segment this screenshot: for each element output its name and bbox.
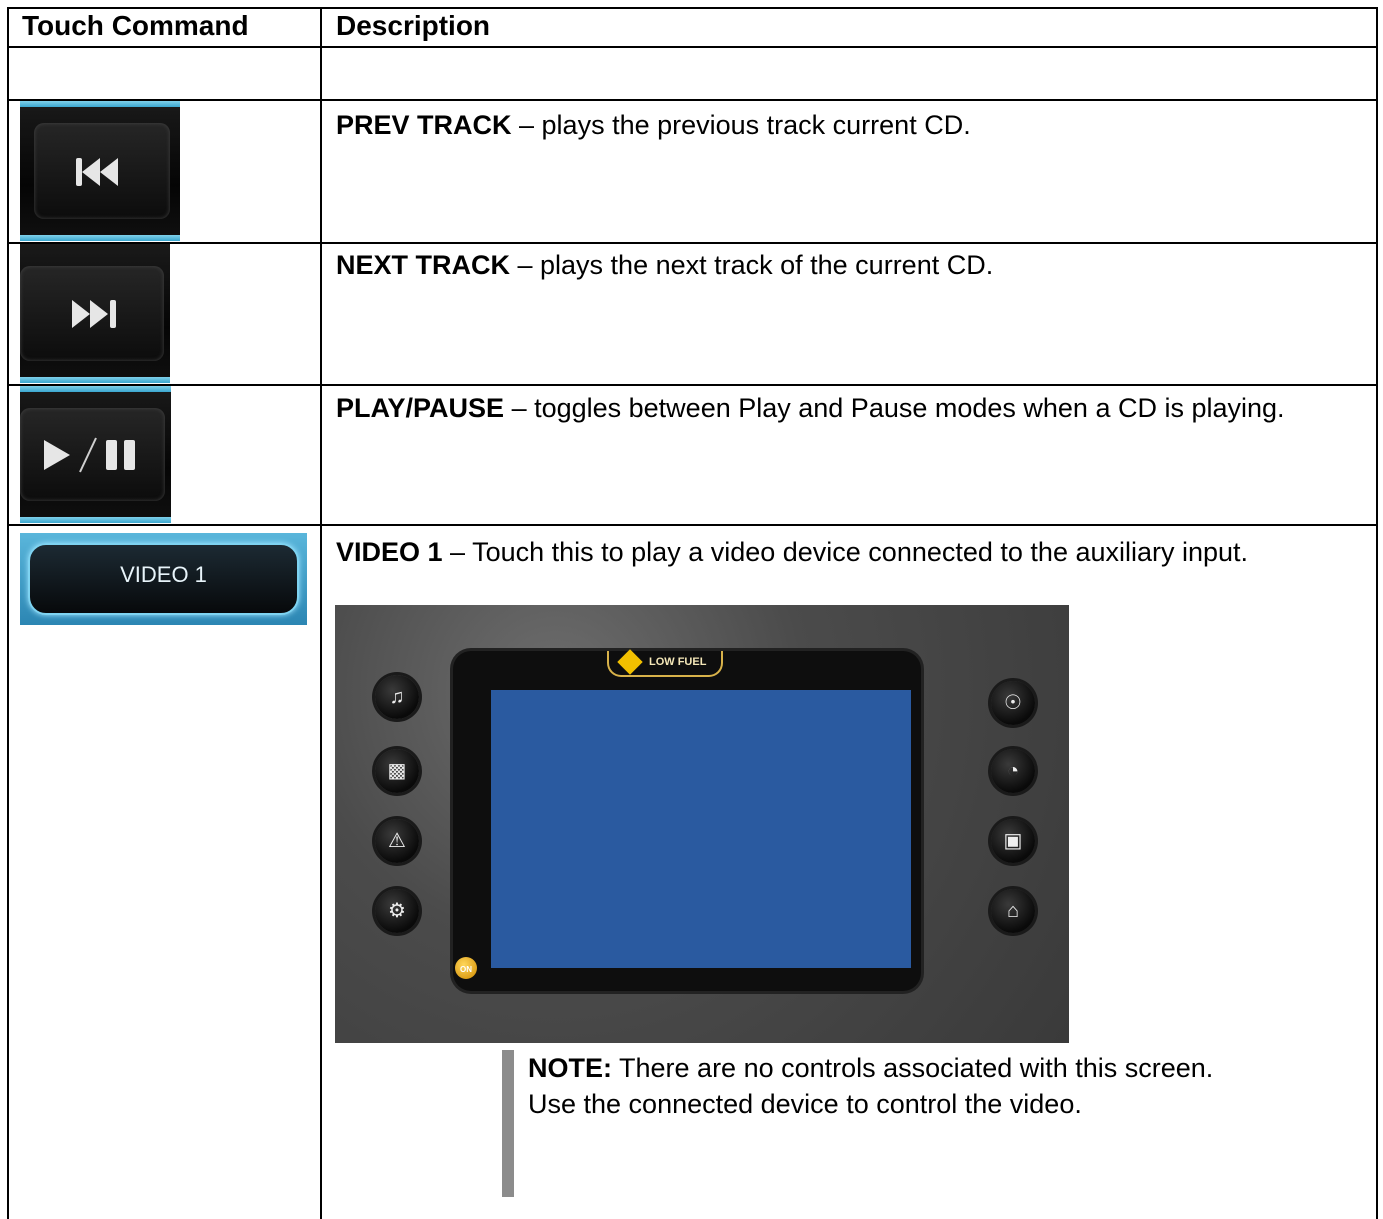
next-track-description: NEXT TRACK – plays the next track of the…	[336, 250, 1366, 281]
low-fuel-text: LOW FUEL	[649, 656, 707, 668]
next-track-button[interactable]	[20, 244, 170, 383]
header-touch-command: Touch Command	[22, 10, 249, 41]
table-rule-5	[7, 524, 1378, 526]
low-fuel-banner: LOW FUEL	[607, 649, 723, 677]
warning-icon[interactable]: ⚠	[375, 819, 419, 863]
video-1-title: VIDEO 1	[336, 537, 443, 567]
table-rule-4	[7, 384, 1378, 386]
table-rule-2	[7, 99, 1378, 101]
button-glow	[20, 101, 180, 107]
fuel-warning-icon	[617, 649, 643, 675]
video-1-text: – Touch this to play a video device conn…	[442, 537, 1249, 567]
table-rule-3	[7, 242, 1378, 244]
engine-icon[interactable]: ▣	[991, 819, 1035, 863]
play-pause-title: PLAY/PAUSE	[336, 393, 505, 423]
note-text: NOTE: There are no controls associated w…	[528, 1050, 1228, 1122]
video-1-button-label: VIDEO 1	[120, 562, 207, 587]
note-bar	[502, 1050, 514, 1197]
prev-track-icon	[76, 158, 118, 186]
button-glow	[20, 377, 170, 383]
video-1-button[interactable]: VIDEO 1	[20, 533, 307, 625]
table-border-right	[1376, 7, 1378, 1219]
play-pause-icon	[44, 437, 135, 473]
video-1-description: VIDEO 1 – Touch this to play a video dev…	[336, 537, 1366, 568]
globe-icon[interactable]: ☉	[991, 681, 1035, 725]
play-pause-button[interactable]	[20, 386, 171, 523]
prev-track-title: PREV TRACK	[336, 110, 512, 140]
video-screen-image: LOW FUEL ♫ ▩ ⚠ ⚙ ☉ ◔ ▣ ⌂ ON	[335, 605, 1069, 1043]
prev-track-text: – plays the previous track current CD.	[511, 110, 971, 140]
button-glow	[20, 517, 171, 523]
table-rule-1	[7, 46, 1378, 48]
table-border-top	[7, 7, 1378, 9]
power-on-button[interactable]: ON	[455, 957, 477, 979]
button-glow	[20, 386, 171, 392]
play-pause-text: – toggles between Play and Pause modes w…	[504, 393, 1285, 423]
prev-track-button[interactable]	[20, 101, 180, 241]
table-border-left	[7, 7, 9, 1219]
note-label: NOTE:	[528, 1053, 612, 1083]
video-display-area	[491, 690, 911, 968]
header-description: Description	[336, 10, 491, 41]
music-note-icon[interactable]: ♫	[375, 675, 419, 719]
table-column-divider	[320, 7, 322, 1219]
gear-icon[interactable]: ⚙	[375, 889, 419, 933]
prev-track-description: PREV TRACK – plays the previous track cu…	[336, 110, 1366, 141]
home-icon[interactable]: ⌂	[991, 889, 1035, 933]
button-glow	[20, 235, 180, 241]
power-on-label: ON	[460, 965, 472, 974]
camera-icon[interactable]: ▩	[375, 749, 419, 793]
play-pause-description: PLAY/PAUSE – toggles between Play and Pa…	[336, 393, 1366, 424]
gauge-icon[interactable]: ◔	[991, 749, 1035, 793]
note-body: There are no controls associated with th…	[528, 1053, 1214, 1119]
next-track-text: – plays the next track of the current CD…	[510, 250, 994, 280]
next-track-icon	[72, 300, 116, 328]
next-track-title: NEXT TRACK	[336, 250, 510, 280]
